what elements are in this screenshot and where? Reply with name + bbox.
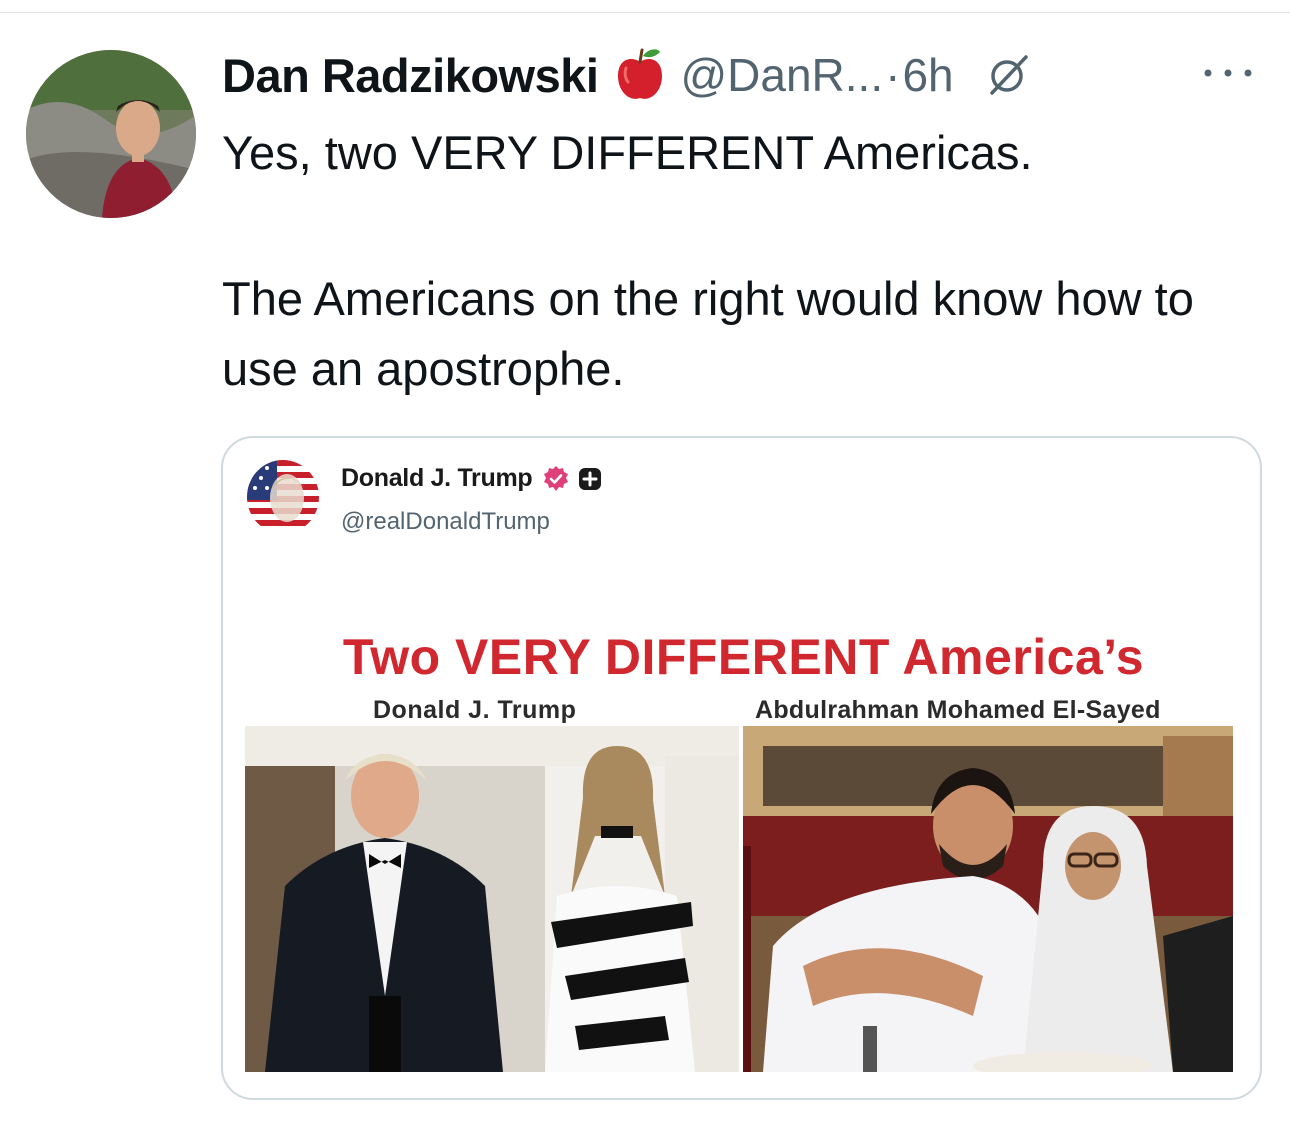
truth-plus-icon	[578, 467, 602, 491]
caption-right: Abdulrahman Mohamed El-Sayed	[755, 696, 1161, 724]
caption-left: Donald J. Trump	[373, 696, 577, 724]
left-photo	[245, 726, 739, 1072]
graphic-title: Two VERY DIFFERENT America’s	[342, 629, 1145, 685]
top-divider	[0, 12, 1290, 13]
author-avatar[interactable]	[26, 50, 196, 218]
quoted-post-card[interactable]: Donald J. Trump @realDonaldTrump Two VER…	[221, 436, 1262, 1100]
separator-dot: ·	[885, 49, 901, 101]
tweet-text-line-1: Yes, two VERY DIFFERENT Americas.	[222, 126, 1033, 179]
more-options-icon[interactable]	[1198, 58, 1258, 88]
verified-badge-icon	[542, 465, 570, 493]
quoted-author-handle: @realDonaldTrump	[341, 508, 550, 535]
quoted-author-avatar	[247, 460, 319, 534]
timestamp[interactable]: 6h	[902, 48, 953, 102]
quoted-author-name-row: Donald J. Trump	[341, 464, 602, 493]
tweet-text-paragraph-2: The Americans on the right would know ho…	[222, 272, 1194, 395]
grok-icon[interactable]	[986, 53, 1030, 97]
author-name[interactable]: Dan Radzikowski	[222, 48, 599, 103]
tweet-header: Dan Radzikowski @DanR... · 6h	[222, 40, 1030, 110]
right-photo	[743, 726, 1233, 1072]
author-handle[interactable]: @DanR...	[680, 48, 883, 102]
red-apple-icon	[612, 46, 668, 104]
quoted-author-name[interactable]: Donald J. Trump	[341, 464, 533, 493]
